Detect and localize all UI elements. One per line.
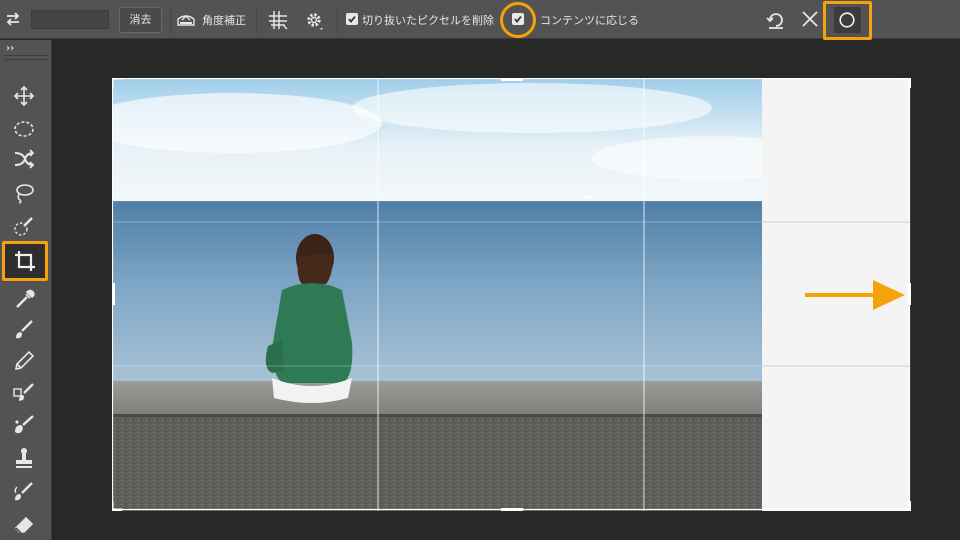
eyedropper-tool[interactable]: [9, 286, 41, 316]
ratio-input[interactable]: [31, 10, 109, 29]
brush-tool[interactable]: [9, 316, 41, 346]
divider: [337, 6, 338, 33]
crop-grid-icon[interactable]: [268, 10, 288, 30]
eyedropper-icon: [16, 289, 35, 308]
content-aware-checkbox[interactable]: [512, 13, 524, 25]
delete-cropped-pixels-label[interactable]: 切り抜いたピクセルを削除: [362, 12, 494, 28]
crop-frame[interactable]: [112, 78, 911, 511]
healing-brush-icon: [15, 415, 34, 434]
delete-cropped-pixels-checkbox[interactable]: [346, 13, 358, 25]
move-tool[interactable]: [9, 82, 41, 112]
commit-circle-icon: [839, 12, 855, 28]
pencil-tool[interactable]: [9, 347, 41, 377]
stamp-tool[interactable]: [9, 444, 41, 474]
clear-button[interactable]: 消去: [119, 7, 162, 33]
crop-tool[interactable]: [2, 241, 48, 281]
panel-grip[interactable]: [4, 55, 48, 60]
quick-selection-icon: [14, 217, 33, 236]
reset-icon[interactable]: [766, 10, 786, 30]
elliptical-marquee-icon: [14, 121, 34, 137]
options-bar: 消去 角度補正 切り抜いたピクセルを削除 コンテンツに応じる: [0, 0, 960, 40]
eraser-tool[interactable]: [9, 510, 41, 540]
divider: [170, 6, 171, 33]
quick-selection-tool[interactable]: [9, 212, 41, 242]
eraser-icon: [14, 516, 34, 534]
lasso-icon: [16, 184, 34, 204]
content-aware-label[interactable]: コンテンツに応じる: [540, 12, 639, 28]
history-brush-icon: [14, 482, 33, 501]
swap-arrows-icon[interactable]: [5, 12, 21, 26]
object-selection-tool[interactable]: [9, 145, 41, 175]
tools-panel: ››: [0, 40, 52, 540]
lasso-tool[interactable]: [9, 179, 41, 209]
history-brush-tool[interactable]: [9, 478, 41, 508]
divider: [256, 6, 257, 33]
straighten-label[interactable]: 角度補正: [202, 12, 246, 28]
commit-button[interactable]: [834, 7, 861, 33]
move-icon: [13, 85, 35, 107]
marquee-tool[interactable]: [9, 115, 41, 145]
brush-icon: [16, 320, 33, 339]
canvas-area[interactable]: [53, 40, 960, 540]
shuffle-icon: [14, 149, 35, 169]
crop-icon: [15, 251, 35, 271]
straighten-icon[interactable]: [176, 11, 196, 27]
drag-direction-arrow-icon: [805, 280, 905, 310]
clone-brush-icon: [13, 383, 34, 401]
close-icon[interactable]: [801, 10, 819, 28]
stamp-icon: [16, 448, 32, 468]
pencil-icon: [14, 350, 35, 371]
healing-brush-tool[interactable]: [9, 411, 41, 441]
clone-brush-tool[interactable]: [9, 378, 41, 408]
collapse-toggle[interactable]: ››: [6, 43, 14, 54]
gear-icon[interactable]: [305, 11, 325, 31]
